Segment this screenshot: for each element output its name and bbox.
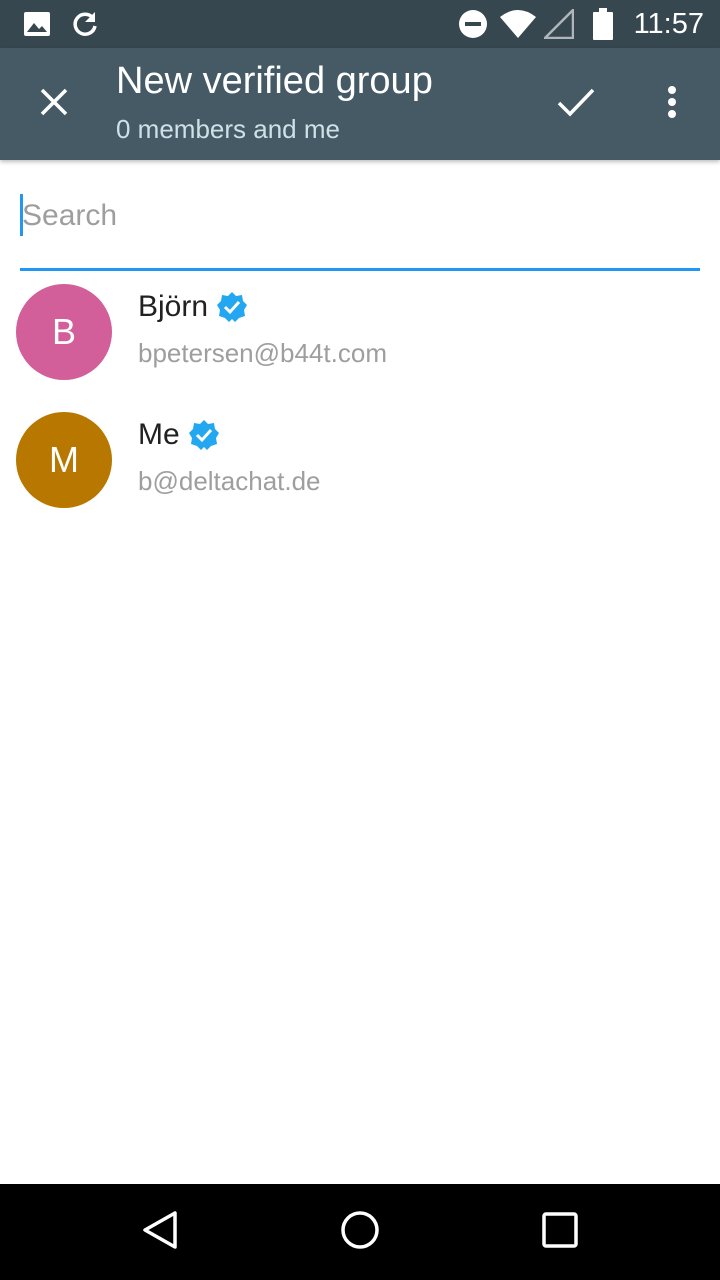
contact-address: b@deltachat.de (138, 466, 321, 496)
text-cursor (20, 194, 23, 236)
search-input[interactable] (20, 186, 702, 246)
system-nav-bar (0, 1184, 720, 1280)
sync-icon (70, 0, 100, 48)
confirm-button[interactable] (536, 48, 616, 160)
contact-name-row: Me (138, 418, 220, 452)
back-icon (141, 1210, 179, 1255)
contact-list-item[interactable]: B Björn bpetersen@b44t.com (0, 284, 720, 412)
cell-signal-icon (542, 0, 576, 48)
close-icon (39, 87, 69, 122)
recents-button[interactable] (500, 1184, 620, 1280)
image-icon (22, 0, 52, 48)
back-button[interactable] (100, 1184, 220, 1280)
status-bar: 11:57 (0, 0, 720, 48)
do-not-disturb-icon (456, 0, 490, 48)
page-title: New verified group (116, 60, 433, 102)
home-icon (340, 1210, 380, 1255)
status-time: 11:57 (633, 7, 704, 40)
contact-name: Me (138, 418, 180, 451)
avatar: M (16, 412, 112, 508)
close-button[interactable] (14, 48, 94, 160)
check-icon (557, 87, 595, 122)
contact-address: bpetersen@b44t.com (138, 338, 387, 368)
search-field[interactable] (20, 186, 702, 271)
home-button[interactable] (300, 1184, 420, 1280)
avatar: B (16, 284, 112, 380)
wifi-icon (498, 0, 538, 48)
overflow-menu-button[interactable] (632, 48, 712, 160)
contact-name-row: Björn (138, 290, 248, 324)
toolbar: New verified group 0 members and me (0, 48, 720, 160)
contact-name: Björn (138, 290, 209, 323)
battery-icon (590, 0, 616, 48)
page-subtitle: 0 members and me (116, 114, 340, 144)
contact-list-item[interactable]: M Me b@deltachat.de (0, 412, 720, 540)
more-vert-icon (667, 85, 677, 124)
verified-icon (188, 419, 220, 451)
verified-icon (216, 291, 248, 323)
recents-icon (542, 1211, 578, 1253)
